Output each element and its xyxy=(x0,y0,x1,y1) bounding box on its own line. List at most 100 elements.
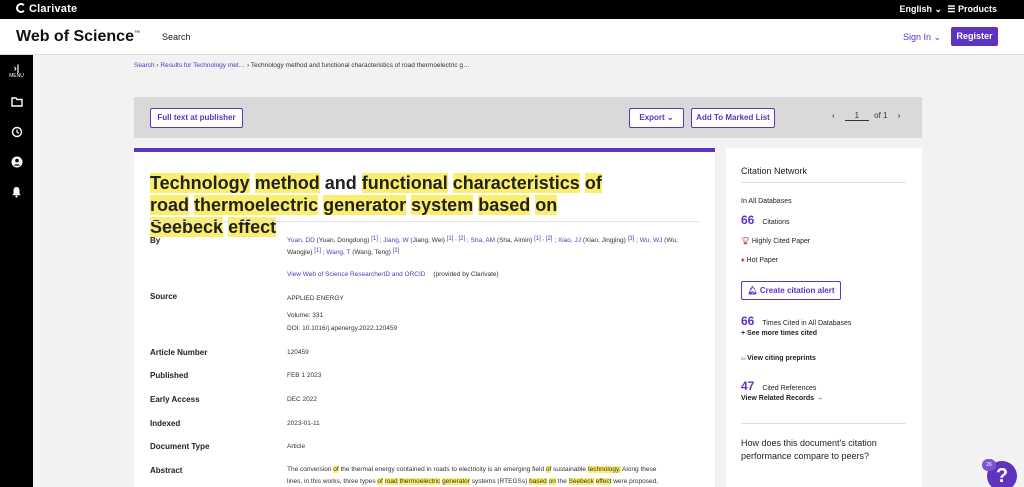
highlighted-term: of xyxy=(584,173,602,193)
author-link[interactable]: Yuan, DD xyxy=(287,237,315,244)
highlighted-term: technology. xyxy=(587,466,621,473)
add-to-marked-list-button[interactable]: Add To Marked List xyxy=(691,108,775,128)
highlighted-term: of xyxy=(377,478,383,485)
previous-record-icon[interactable]: ‹ xyxy=(832,111,835,120)
title-text: and xyxy=(319,173,362,193)
next-record-icon[interactable]: › xyxy=(898,111,901,120)
record-pager: ‹ 1 of 1 › xyxy=(832,111,900,121)
language-select[interactable]: English ⌄ xyxy=(899,4,942,15)
author-link[interactable]: Wang, T xyxy=(326,249,350,256)
highlighted-term: of xyxy=(333,466,339,473)
abstract-word: in xyxy=(426,466,432,473)
author-link[interactable]: Jiang, W xyxy=(383,237,408,244)
record-title: Technology method and functional charact… xyxy=(150,172,620,238)
breadcrumb-results[interactable]: Results for Technology met… xyxy=(160,62,245,69)
source-label: Source xyxy=(150,292,178,301)
cited-references-count[interactable]: 47 xyxy=(741,379,754,393)
affiliation-ref[interactable]: [1] xyxy=(393,248,400,254)
record-card: Technology method and functional charact… xyxy=(134,148,715,487)
researcher-id-link[interactable]: View Web of Science ResearcherID and ORC… xyxy=(287,271,426,278)
abstract-word: this xyxy=(310,478,321,485)
help-notification-badge: 26 xyxy=(982,459,996,471)
left-sidebar: ›| MENU xyxy=(0,55,33,487)
abstract-word: Along xyxy=(622,466,639,473)
see-more-times-cited-link[interactable]: + See more times cited xyxy=(741,330,817,337)
export-button[interactable]: Export ⌄ xyxy=(629,108,684,128)
affiliation-ref[interactable]: [1] xyxy=(314,248,321,254)
bell-icon: 🔔︎ xyxy=(747,286,758,295)
published-label: Published xyxy=(150,371,189,380)
sign-in-menu[interactable]: Sign In ⌄ xyxy=(903,32,941,43)
highlighted-term: based xyxy=(529,478,547,485)
author-link[interactable]: Xiao, JJ xyxy=(558,237,581,244)
abstract-line: The conversion of the thermal energy con… xyxy=(287,464,699,476)
citations-label: Citations xyxy=(762,219,790,226)
view-citing-preprints-link[interactable]: ▭ View citing preprints xyxy=(741,355,816,362)
article-number-value: 120459 xyxy=(287,349,309,356)
brand-name: Clarivate xyxy=(29,3,78,15)
full-text-button[interactable]: Full text at publisher xyxy=(150,108,243,128)
clarivate-icon xyxy=(16,3,26,13)
highlighted-term: generator xyxy=(323,195,407,215)
folder-icon[interactable] xyxy=(10,96,23,109)
author-link[interactable]: Wu, WJ xyxy=(640,237,663,244)
abstract-word: energy xyxy=(374,466,395,473)
abstract-word: to xyxy=(451,466,457,473)
see-more-label: See more times cited xyxy=(747,330,818,337)
highlighted-term: Seebeck xyxy=(568,478,594,485)
hot-paper-row: ♦ Hot Paper xyxy=(741,257,778,264)
abstract-word: lines, xyxy=(287,478,303,485)
products-menu[interactable]: ☰ Products xyxy=(947,4,997,15)
citation-network-heading: Citation Network xyxy=(741,166,808,176)
highlighted-term: method xyxy=(254,173,320,193)
breadcrumb-search[interactable]: Search xyxy=(134,62,155,69)
highlighted-term: Technology xyxy=(150,173,250,193)
affiliation-ref[interactable]: [1] , [2] xyxy=(447,236,465,242)
abstract-line: lines, in this works, three types of roa… xyxy=(287,476,699,487)
bell-icon[interactable] xyxy=(10,186,23,199)
highlighted-term: effect xyxy=(595,478,612,485)
author-link[interactable]: Sha, AM xyxy=(471,237,496,244)
page-total: of 1 xyxy=(874,111,888,120)
highlighted-term: characteristics xyxy=(452,173,580,193)
abstract-word: proposed, xyxy=(629,478,659,485)
record-toolbar: Full text at publisher Export ⌄ Add To M… xyxy=(134,97,922,138)
register-button[interactable]: Register xyxy=(951,27,998,46)
global-topbar: Clarivate English ⌄ ☰ Products xyxy=(0,0,1024,19)
source-journal-link[interactable]: APPLIED ENERGY xyxy=(287,294,344,304)
abstract-word: the xyxy=(557,478,567,485)
history-icon[interactable] xyxy=(10,126,23,139)
highlighted-term: Seebeck xyxy=(150,217,224,237)
clarivate-logo[interactable]: Clarivate xyxy=(16,3,77,15)
abstract-word: works, xyxy=(322,478,342,485)
view-preprints-label: View citing preprints xyxy=(747,355,816,362)
highlighted-term: functional xyxy=(361,173,448,193)
times-cited-label: Times Cited in All Databases xyxy=(762,320,852,327)
abstract-word: types xyxy=(360,478,376,485)
abstract-word: emerging xyxy=(503,466,531,473)
search-link[interactable]: Search xyxy=(162,32,191,42)
breadcrumb-current: Technology method and functional charact… xyxy=(250,62,470,69)
author-full-name: (Wang, Teng) xyxy=(350,249,393,256)
indexed-value: 2023-01-11 xyxy=(287,420,320,427)
profile-icon[interactable] xyxy=(10,156,23,169)
highly-cited-label: Highly Cited Paper xyxy=(751,238,811,245)
abstract-word: three xyxy=(343,478,359,485)
view-related-records-link[interactable]: View Related Records → xyxy=(741,395,823,402)
cited-references-row: 47 Cited References xyxy=(741,379,816,393)
affiliation-ref[interactable]: [1] , [2] xyxy=(534,236,552,242)
abstract-word: field xyxy=(532,466,545,473)
affiliation-ref[interactable]: [1] xyxy=(371,236,378,242)
citations-count[interactable]: 66 xyxy=(741,213,754,227)
abstract-word: thermal xyxy=(351,466,374,473)
author-full-name: (Xiao, Jingjing) xyxy=(581,237,628,244)
page-number-input[interactable]: 1 xyxy=(844,111,869,121)
times-cited-count[interactable]: 66 xyxy=(741,314,754,328)
abstract-word: electricity xyxy=(458,466,486,473)
author-full-name: (Jiang, Wei) xyxy=(408,237,447,244)
highlighted-term: road xyxy=(150,195,190,215)
web-of-science-logo[interactable]: Web of Science™ xyxy=(16,28,140,46)
create-citation-alert-button[interactable]: 🔔︎ Create citation alert xyxy=(741,281,841,300)
indexed-label: Indexed xyxy=(150,419,181,428)
menu-toggle[interactable]: ›| MENU xyxy=(0,63,33,79)
